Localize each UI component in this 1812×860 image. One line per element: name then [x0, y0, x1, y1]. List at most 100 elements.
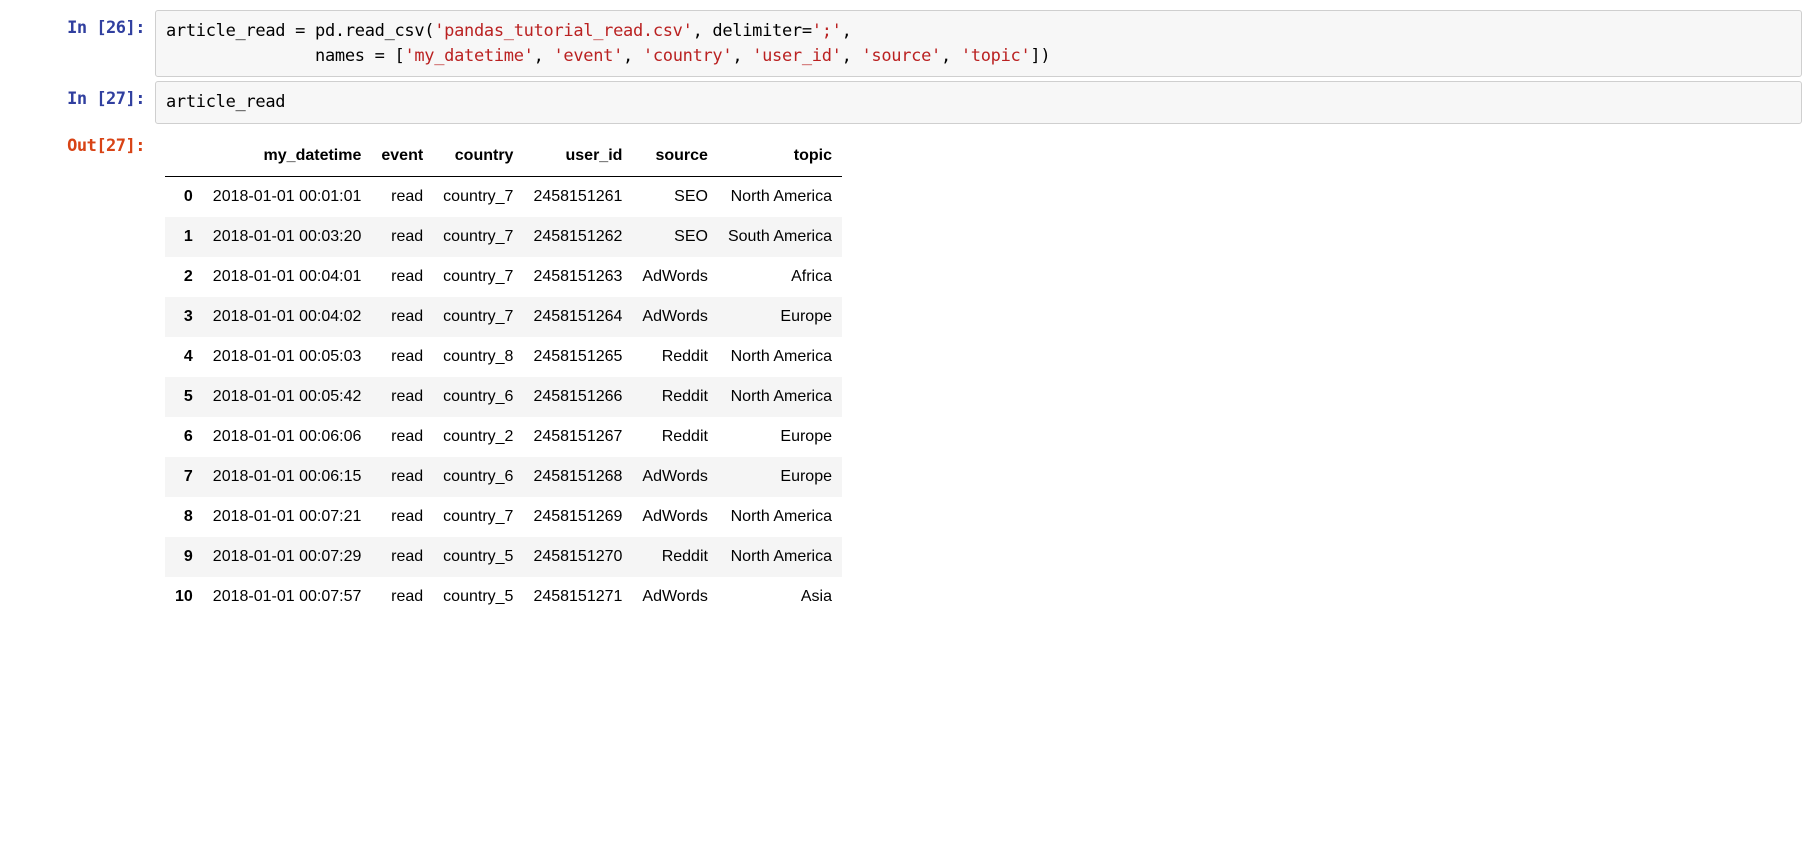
cell-value: 2018-01-01 00:06:06 — [203, 417, 372, 457]
code-token: article_read — [166, 92, 285, 112]
cell-value: Reddit — [632, 337, 718, 377]
cell-value: country_7 — [433, 257, 523, 297]
cell-value: country_7 — [433, 497, 523, 537]
table-row: 12018-01-01 00:03:20readcountry_72458151… — [165, 217, 842, 257]
row-index: 1 — [165, 217, 203, 257]
cell-value: Europe — [718, 297, 842, 337]
row-index: 2 — [165, 257, 203, 297]
output-area: my_datetime event country user_id source… — [155, 128, 1802, 617]
code-token: ]) — [1030, 46, 1050, 66]
cell-value: country_5 — [433, 577, 523, 617]
code-token: , — [623, 46, 643, 66]
cell-value: country_7 — [433, 176, 523, 217]
code-token: , — [842, 46, 862, 66]
cell-value: 2018-01-01 00:01:01 — [203, 176, 372, 217]
code-token: names = [ — [166, 46, 404, 66]
table-row: 62018-01-01 00:06:06readcountry_22458151… — [165, 417, 842, 457]
cell-value: read — [371, 176, 433, 217]
cell-value: 2458151263 — [523, 257, 632, 297]
table-row: 22018-01-01 00:04:01readcountry_72458151… — [165, 257, 842, 297]
cell-value: 2458151267 — [523, 417, 632, 457]
cell-value: 2458151264 — [523, 297, 632, 337]
cell-value: Europe — [718, 417, 842, 457]
col-header-user-id: user_id — [523, 136, 632, 177]
cell-value: North America — [718, 377, 842, 417]
string-token: 'topic' — [961, 46, 1031, 66]
cell-value: Africa — [718, 257, 842, 297]
code-token: , — [941, 46, 961, 66]
code-token: , delimiter= — [693, 21, 812, 41]
cell-value: read — [371, 417, 433, 457]
string-token: 'my_datetime' — [404, 46, 533, 66]
index-header — [165, 136, 203, 177]
code-token: , — [732, 46, 752, 66]
cell-value: Reddit — [632, 417, 718, 457]
row-index: 6 — [165, 417, 203, 457]
cell-value: SEO — [632, 176, 718, 217]
cell-value: read — [371, 217, 433, 257]
output-prompt: Out[27]: — [10, 128, 155, 156]
cell-value: 2458151262 — [523, 217, 632, 257]
col-header-my-datetime: my_datetime — [203, 136, 372, 177]
string-token: ';' — [812, 21, 842, 41]
cell-value: North America — [718, 497, 842, 537]
cell-value: country_5 — [433, 537, 523, 577]
row-index: 7 — [165, 457, 203, 497]
cell-value: AdWords — [632, 257, 718, 297]
cell-value: AdWords — [632, 497, 718, 537]
cell-value: country_6 — [433, 377, 523, 417]
col-header-country: country — [433, 136, 523, 177]
cell-value: 2018-01-01 00:06:15 — [203, 457, 372, 497]
cell-value: read — [371, 377, 433, 417]
row-index: 3 — [165, 297, 203, 337]
code-input[interactable]: article_read = pd.read_csv('pandas_tutor… — [155, 10, 1802, 77]
string-token: 'pandas_tutorial_read.csv' — [434, 21, 692, 41]
cell-value: Reddit — [632, 377, 718, 417]
col-header-source: source — [632, 136, 718, 177]
table-row: 72018-01-01 00:06:15readcountry_62458151… — [165, 457, 842, 497]
input-prompt: In [26]: — [10, 10, 155, 38]
cell-value: North America — [718, 337, 842, 377]
cell-value: SEO — [632, 217, 718, 257]
cell-value: AdWords — [632, 297, 718, 337]
code-cell-26: In [26]: article_read = pd.read_csv('pan… — [10, 10, 1802, 77]
input-prompt: In [27]: — [10, 81, 155, 109]
row-index: 0 — [165, 176, 203, 217]
table-row: 82018-01-01 00:07:21readcountry_72458151… — [165, 497, 842, 537]
cell-value: 2018-01-01 00:05:03 — [203, 337, 372, 377]
cell-value: Europe — [718, 457, 842, 497]
row-index: 4 — [165, 337, 203, 377]
cell-value: 2458151271 — [523, 577, 632, 617]
table-row: 102018-01-01 00:07:57readcountry_5245815… — [165, 577, 842, 617]
string-token: 'source' — [861, 46, 940, 66]
cell-value: country_6 — [433, 457, 523, 497]
cell-value: country_7 — [433, 297, 523, 337]
row-index: 5 — [165, 377, 203, 417]
cell-value: country_8 — [433, 337, 523, 377]
table-row: 52018-01-01 00:05:42readcountry_62458151… — [165, 377, 842, 417]
cell-value: AdWords — [632, 457, 718, 497]
col-header-topic: topic — [718, 136, 842, 177]
cell-value: Reddit — [632, 537, 718, 577]
cell-value: 2458151266 — [523, 377, 632, 417]
code-input[interactable]: article_read — [155, 81, 1802, 124]
cell-value: 2018-01-01 00:07:57 — [203, 577, 372, 617]
cell-value: read — [371, 537, 433, 577]
table-header-row: my_datetime event country user_id source… — [165, 136, 842, 177]
table-row: 92018-01-01 00:07:29readcountry_52458151… — [165, 537, 842, 577]
cell-value: 2018-01-01 00:04:01 — [203, 257, 372, 297]
output-cell-27: Out[27]: my_datetime event country user_… — [10, 128, 1802, 617]
cell-value: read — [371, 457, 433, 497]
code-token: , — [842, 21, 852, 41]
table-row: 42018-01-01 00:05:03readcountry_82458151… — [165, 337, 842, 377]
cell-value: Asia — [718, 577, 842, 617]
cell-value: country_2 — [433, 417, 523, 457]
string-token: 'event' — [553, 46, 623, 66]
col-header-event: event — [371, 136, 433, 177]
code-token: , — [534, 46, 554, 66]
cell-value: 2018-01-01 00:04:02 — [203, 297, 372, 337]
cell-value: read — [371, 337, 433, 377]
row-index: 9 — [165, 537, 203, 577]
cell-value: 2018-01-01 00:07:21 — [203, 497, 372, 537]
cell-value: read — [371, 297, 433, 337]
